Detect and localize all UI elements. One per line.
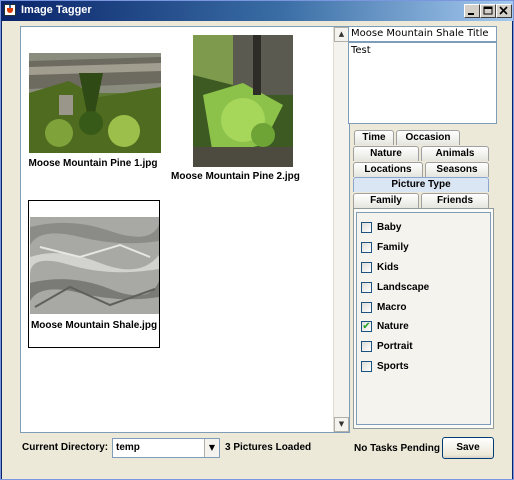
close-icon (499, 6, 508, 15)
thumbnail-item[interactable]: Moose Mountain Pine 1.jpg (27, 53, 161, 173)
checkbox-box[interactable] (361, 361, 372, 372)
checkbox-label: Nature (377, 321, 409, 332)
tab-family[interactable]: Family (353, 193, 419, 208)
thumbnail-item[interactable]: Moose Mountain Pine 2.jpg (171, 35, 300, 185)
scroll-up-button[interactable]: ▲ (334, 27, 349, 42)
checkbox-label: Family (377, 242, 409, 253)
tab-nature[interactable]: Nature (353, 146, 419, 161)
current-directory-label: Current Directory: (22, 442, 109, 453)
checkbox-box[interactable]: ✔ (361, 321, 372, 332)
checkbox-box[interactable] (361, 282, 372, 293)
tab-occasion[interactable]: Occasion (396, 130, 460, 145)
thumbnail-gallery[interactable]: Moose Mountain Pine 1.jpg Moose Mountain… (20, 26, 350, 433)
checkbox-label: Sports (377, 361, 409, 372)
title-bar[interactable]: Image Tagger (1, 1, 513, 21)
checkbox-box[interactable] (361, 262, 372, 273)
arrow-down-icon: ▼ (338, 420, 345, 428)
picture-type-panel: Baby Family Kids Landscape Macro ✔ Natur… (353, 208, 494, 429)
maximize-button[interactable] (480, 4, 496, 18)
checkbox-box[interactable] (361, 341, 372, 352)
minimize-button[interactable] (464, 4, 480, 18)
checkbox-label: Landscape (377, 282, 430, 293)
tab-locations[interactable]: Locations (353, 162, 423, 177)
directory-select[interactable]: temp ▼ (112, 438, 220, 458)
checkbox-label: Macro (377, 302, 407, 313)
arrow-up-icon: ▲ (338, 30, 345, 38)
checkbox-label: Baby (377, 222, 402, 233)
tab-time[interactable]: Time (354, 130, 394, 145)
thumbnail-image (30, 217, 159, 317)
minimize-icon (468, 13, 474, 15)
directory-value: temp (116, 442, 140, 453)
scroll-down-button[interactable]: ▼ (334, 417, 349, 432)
thumbnail-caption: Moose Mountain Shale.jpg (30, 320, 158, 331)
window-content: Moose Mountain Pine 1.jpg Moose Mountain… (2, 21, 512, 479)
pictures-loaded-status: 3 Pictures Loaded (225, 442, 312, 453)
tab-picture-type[interactable]: Picture Type (353, 177, 489, 192)
tag-checkbox-list: Baby Family Kids Landscape Macro ✔ Natur… (356, 212, 491, 425)
tab-seasons[interactable]: Seasons (425, 162, 489, 177)
checkbox-box[interactable] (361, 222, 372, 233)
maximize-icon (483, 6, 493, 15)
tasks-status: No Tasks Pending (354, 443, 440, 454)
tab-friends[interactable]: Friends (421, 193, 489, 208)
checkbox-box[interactable] (361, 302, 372, 313)
checkbox-label: Portrait (377, 341, 413, 352)
chevron-down-icon[interactable]: ▼ (204, 439, 219, 457)
thumbnail-image (29, 53, 161, 156)
thumbnail-caption: Moose Mountain Pine 2.jpg (171, 171, 300, 182)
window-title: Image Tagger (21, 4, 92, 16)
thumbnail-image (193, 35, 293, 170)
app-window: Image Tagger Moose Mountain Pine 1.jpg M… (0, 0, 514, 480)
close-button[interactable] (496, 4, 512, 18)
thumbnail-item[interactable]: Moose Mountain Shale.jpg (28, 200, 160, 348)
checkmark-icon: ✔ (362, 321, 371, 332)
tab-animals[interactable]: Animals (421, 146, 489, 161)
save-button[interactable]: Save (442, 437, 494, 459)
checkbox-label: Kids (377, 262, 399, 273)
java-icon (4, 4, 16, 16)
image-description-area[interactable]: Test (348, 42, 497, 124)
image-title-field[interactable]: Moose Mountain Shale Title (348, 26, 497, 42)
gallery-scrollbar[interactable]: ▲ ▼ (333, 27, 349, 432)
checkbox-box[interactable] (361, 242, 372, 253)
thumbnail-caption: Moose Mountain Pine 1.jpg (28, 158, 158, 169)
